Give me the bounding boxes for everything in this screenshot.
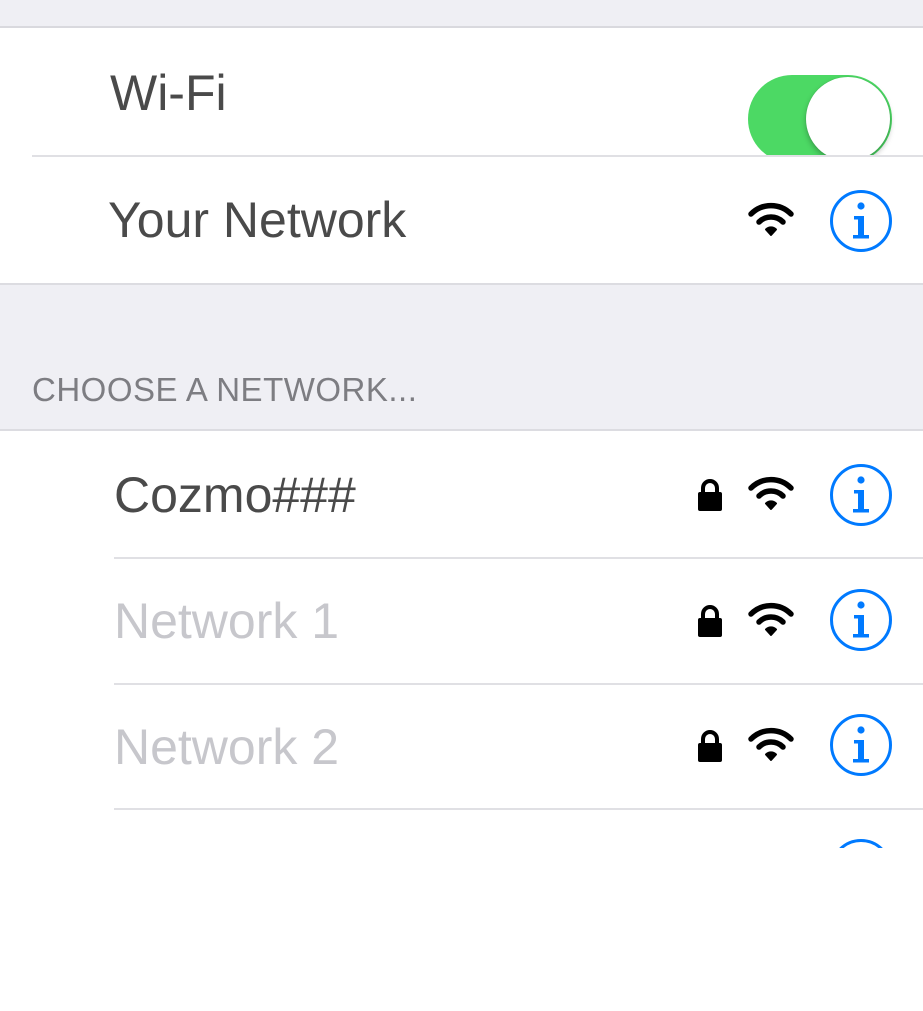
network-name: Network 1	[114, 593, 340, 649]
wifi-toggle-switch[interactable]	[748, 75, 892, 163]
info-icon[interactable]	[829, 189, 893, 253]
wifi-signal-icon	[748, 602, 794, 636]
wifi-signal-icon	[748, 476, 794, 510]
current-network-row[interactable]: Your Network	[0, 157, 923, 283]
info-icon[interactable]	[829, 588, 893, 652]
network-name: Network 2	[114, 719, 340, 775]
wifi-toggle-row: Wi-Fi	[0, 28, 923, 163]
section-gap: CHOOSE A NETWORK...	[0, 283, 923, 431]
wifi-label: Wi-Fi	[110, 65, 227, 121]
divider	[114, 808, 923, 810]
toggle-knob[interactable]	[806, 77, 890, 161]
wifi-settings-screen: Wi-Fi Your Network CHOOSE A NETWORK... C…	[0, 0, 923, 1011]
top-group-spacer	[0, 0, 923, 28]
section-header: CHOOSE A NETWORK...	[32, 371, 418, 408]
lock-icon	[698, 479, 722, 511]
lock-icon	[698, 730, 722, 762]
lock-icon	[698, 605, 722, 637]
info-icon[interactable]	[829, 838, 893, 848]
wifi-signal-icon	[748, 202, 794, 236]
info-icon[interactable]	[829, 463, 893, 527]
blank-area	[0, 848, 923, 1011]
partial-network-row[interactable]	[0, 812, 923, 848]
info-icon[interactable]	[829, 713, 893, 777]
wifi-signal-icon	[748, 727, 794, 761]
network-name: Cozmo###	[114, 467, 356, 523]
current-network-name: Your Network	[108, 192, 407, 248]
